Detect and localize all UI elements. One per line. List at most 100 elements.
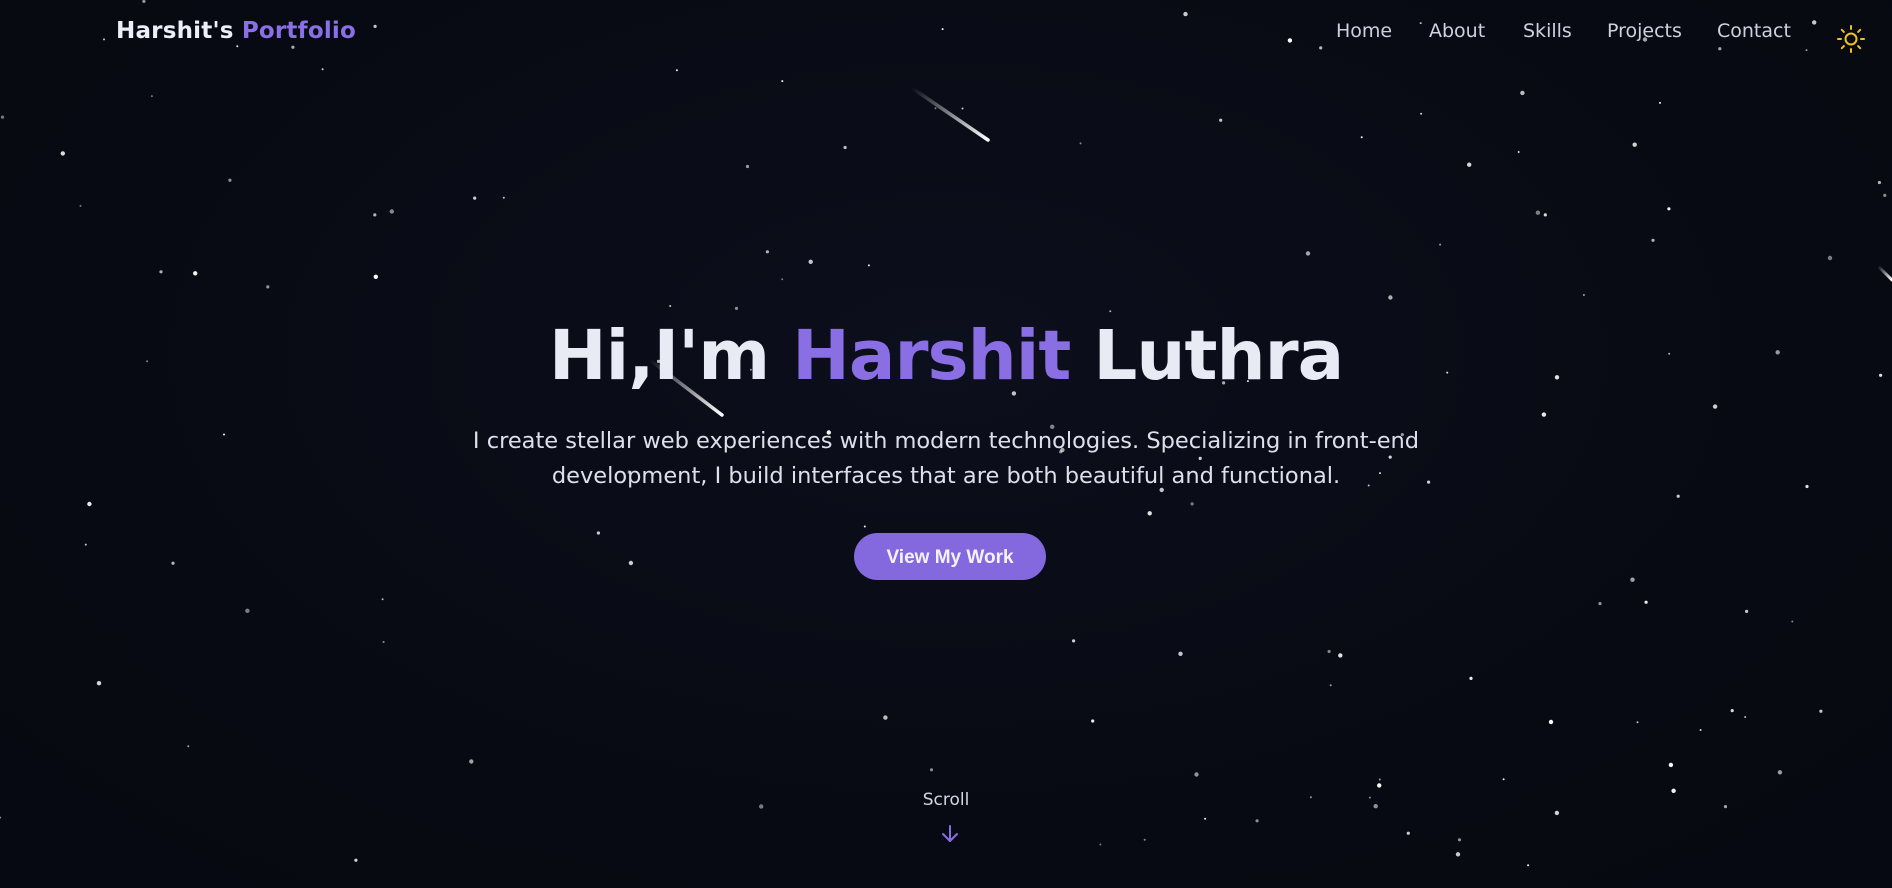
star <box>843 145 847 150</box>
star <box>1194 772 1199 777</box>
star <box>1791 620 1794 623</box>
star <box>1520 90 1525 96</box>
star <box>150 95 153 98</box>
star <box>381 598 384 601</box>
star <box>1632 142 1637 147</box>
star <box>1204 817 1207 820</box>
star <box>1109 310 1112 313</box>
star <box>1630 577 1635 582</box>
star <box>193 271 198 276</box>
star <box>373 274 378 279</box>
hero-greeting: Hi,I'm <box>548 316 770 396</box>
star <box>1877 180 1881 185</box>
star <box>1420 112 1423 115</box>
hero-subtitle-line2: development, I build interfaces that are… <box>551 463 1341 489</box>
star <box>389 209 394 214</box>
star <box>1219 118 1223 122</box>
star <box>84 543 87 546</box>
star <box>473 196 477 200</box>
nav-links: Home About Skills Projects Contact <box>0 20 1892 46</box>
arrow-down-icon[interactable] <box>938 822 962 846</box>
star <box>863 525 866 528</box>
star <box>1178 651 1183 656</box>
nav-link-skills[interactable]: Skills <box>1523 20 1572 42</box>
star <box>1457 838 1462 842</box>
star <box>1582 294 1585 296</box>
star <box>1535 210 1541 215</box>
star <box>1527 864 1530 867</box>
nav-link-projects[interactable]: Projects <box>1607 20 1682 42</box>
star <box>0 816 2 819</box>
star <box>1147 511 1152 516</box>
star <box>1636 721 1639 724</box>
star <box>1439 243 1442 246</box>
star <box>1827 255 1833 261</box>
star <box>1378 778 1381 781</box>
star <box>1091 719 1095 723</box>
star <box>1667 207 1671 211</box>
star <box>0 115 5 119</box>
star <box>1190 502 1194 506</box>
star <box>79 204 82 207</box>
star <box>765 250 770 254</box>
star <box>1676 494 1680 498</box>
star <box>1360 136 1363 139</box>
star <box>1099 843 1102 846</box>
star <box>745 164 750 169</box>
star <box>1554 810 1560 816</box>
star <box>1329 684 1332 687</box>
star <box>596 531 601 535</box>
star <box>1699 729 1702 731</box>
nav-link-contact[interactable]: Contact <box>1717 20 1791 42</box>
star <box>1079 142 1082 145</box>
star <box>1644 600 1648 604</box>
star <box>1255 819 1259 823</box>
star <box>1377 783 1382 788</box>
star <box>1143 838 1146 841</box>
sun-icon <box>1837 25 1865 53</box>
star <box>883 715 888 720</box>
star <box>1072 639 1076 643</box>
star <box>382 641 385 643</box>
star <box>266 285 270 289</box>
star <box>781 278 784 281</box>
star <box>1730 709 1734 713</box>
star <box>1338 653 1343 658</box>
star <box>1543 213 1547 217</box>
star <box>1467 162 1472 167</box>
shooting-star <box>910 86 990 142</box>
nav-link-home[interactable]: Home <box>1336 20 1392 42</box>
star <box>60 151 65 156</box>
star <box>1455 852 1461 857</box>
star <box>1659 101 1661 104</box>
star <box>628 560 634 566</box>
star <box>373 213 377 217</box>
star <box>1541 412 1547 417</box>
star <box>961 107 964 110</box>
theme-toggle-button[interactable] <box>1836 24 1866 54</box>
scroll-label[interactable]: Scroll <box>0 790 1892 810</box>
view-my-work-button[interactable]: View My Work <box>854 533 1046 580</box>
star <box>1883 193 1887 197</box>
star <box>228 178 232 182</box>
star <box>675 69 678 72</box>
star <box>1805 484 1809 489</box>
star <box>87 501 92 507</box>
shooting-star <box>1876 264 1892 282</box>
star <box>1744 716 1747 718</box>
nav-link-about[interactable]: About <box>1429 20 1485 42</box>
star <box>1502 778 1505 781</box>
top-navbar: Harshit's Portfolio Home About Skills Pr… <box>0 0 1892 64</box>
star <box>1327 649 1331 654</box>
star <box>1745 609 1749 614</box>
hero-last-name: Luthra <box>1093 316 1344 396</box>
star <box>1305 251 1311 256</box>
star <box>1517 151 1520 153</box>
star <box>354 858 358 862</box>
star <box>245 608 250 613</box>
star <box>867 264 870 267</box>
star <box>1712 404 1718 409</box>
star <box>929 768 934 772</box>
star <box>223 433 225 436</box>
star <box>781 80 784 83</box>
